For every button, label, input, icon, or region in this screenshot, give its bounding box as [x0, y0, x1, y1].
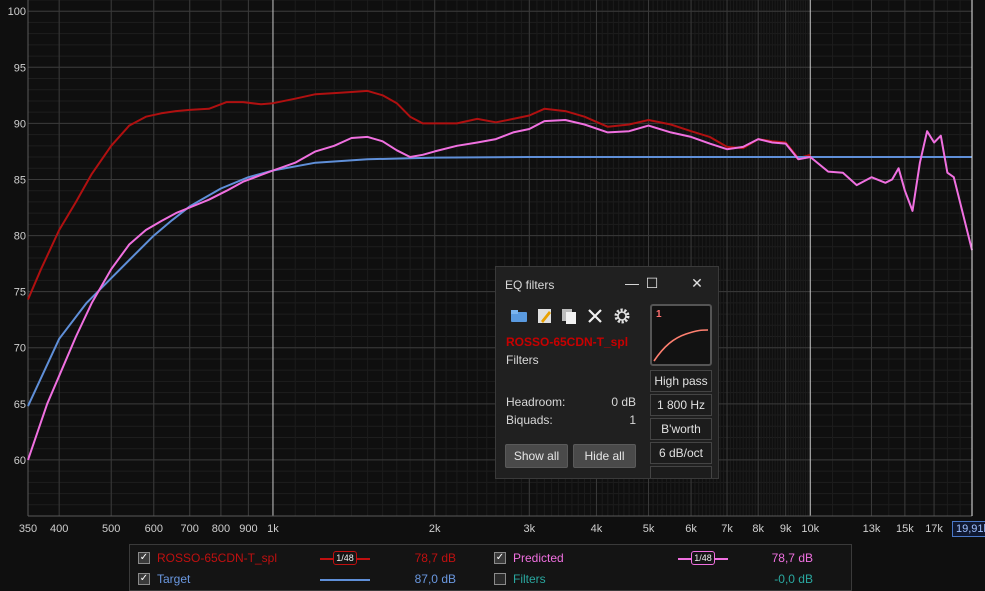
x-tick-label: 8k	[752, 523, 764, 535]
x-tick-label: 4k	[591, 523, 603, 535]
legend-target-name: Target	[157, 572, 191, 586]
y-tick-label: 75	[14, 287, 26, 299]
x-tick-label: 1k	[267, 523, 279, 535]
filter-type-select[interactable]: High pass	[650, 370, 712, 392]
target-visibility-checkbox[interactable]: ✓	[138, 573, 150, 585]
x-tick-label: 10k	[801, 523, 819, 535]
measurement-visibility-checkbox[interactable]: ✓	[138, 552, 150, 564]
hide-all-button[interactable]: Hide all	[573, 444, 636, 468]
filter-alignment-select[interactable]: B'worth	[650, 418, 712, 440]
measurement-value: 78,7 dB	[414, 551, 456, 565]
edit-filters-icon[interactable]	[536, 307, 556, 327]
filter-slope-select[interactable]: 6 dB/oct	[650, 442, 712, 464]
eq-window-title: EQ filters	[505, 278, 555, 292]
y-tick-label: 60	[14, 455, 26, 467]
filter-response-thumbnail[interactable]: 1	[650, 304, 712, 366]
x-tick-label: 600	[145, 523, 163, 535]
biquads-label: Biquads:	[506, 413, 553, 427]
eq-filters-label: Filters	[506, 353, 539, 367]
eq-window-titlebar[interactable]: EQ filters — ☐ ✕	[496, 267, 718, 299]
x-tick-label: 17k	[925, 523, 943, 535]
legend-filters-name: Filters	[513, 572, 546, 586]
x-tick-label: 500	[102, 523, 120, 535]
x-tick-label: 800	[212, 523, 230, 535]
filter-extra-row	[650, 466, 712, 478]
settings-gear-icon[interactable]	[613, 307, 633, 327]
y-tick-label: 100	[8, 6, 26, 18]
x-tick-label: 700	[181, 523, 199, 535]
predicted-visibility-checkbox[interactable]: ✓	[494, 552, 506, 564]
x-tick-label: 15k	[896, 523, 914, 535]
y-tick-label: 65	[14, 399, 26, 411]
copy-filters-icon[interactable]	[560, 307, 580, 327]
x-tick-label: 900	[239, 523, 257, 535]
predicted-value: 78,7 dB	[771, 551, 813, 565]
clear-filters-icon[interactable]	[586, 307, 606, 327]
y-tick-label: 85	[14, 174, 26, 186]
x-tick-label: 350	[19, 523, 37, 535]
y-tick-label: 70	[14, 343, 26, 355]
x-tick-label: 13k	[863, 523, 881, 535]
cursor-frequency-readout: 19,91k	[952, 521, 985, 537]
legend-predicted-name: Predicted	[513, 551, 564, 565]
minimize-button[interactable]: —	[621, 273, 643, 293]
biquads-value: 1	[629, 413, 636, 427]
load-filters-icon[interactable]	[510, 307, 530, 327]
plot-background	[0, 0, 985, 544]
filters-value: -0,0 dB	[774, 572, 813, 586]
x-tick-label: 3k	[524, 523, 536, 535]
legend-measurement-name: ROSSO-65CDN-T_spl	[157, 551, 278, 565]
headroom-value: 0 dB	[611, 395, 636, 409]
y-tick-label: 95	[14, 62, 26, 74]
close-window-button[interactable]: ✕	[686, 273, 708, 293]
x-tick-label: 2k	[429, 523, 441, 535]
y-tick-label: 90	[14, 118, 26, 130]
x-tick-label: 9k	[780, 523, 792, 535]
x-tick-label: 400	[50, 523, 68, 535]
target-line-sample	[320, 579, 370, 581]
filter-frequency-field[interactable]: 1 800 Hz	[650, 394, 712, 416]
x-tick-label: 5k	[643, 523, 655, 535]
eq-filters-window[interactable]: EQ filters — ☐ ✕ ROSSO-65CDN-T_spl Filte…	[495, 266, 719, 479]
filters-visibility-checkbox[interactable]	[494, 573, 506, 585]
show-all-button[interactable]: Show all	[505, 444, 568, 468]
x-tick-label: 6k	[685, 523, 697, 535]
headroom-label: Headroom:	[506, 395, 566, 409]
x-tick-label: 7k	[721, 523, 733, 535]
measurement-smoothing-badge[interactable]: 1/48	[333, 551, 357, 565]
target-value: 87,0 dB	[414, 572, 456, 586]
frequency-response-plot[interactable]: 60 65 70 75 80 85 90 95 100 350 400 500 600 700 800 90…	[0, 0, 985, 544]
predicted-smoothing-badge[interactable]: 1/48	[691, 551, 715, 565]
maximize-button[interactable]: ☐	[641, 273, 663, 293]
eq-measurement-name: ROSSO-65CDN-T_spl	[506, 335, 629, 349]
legend-panel: ✓ ROSSO-65CDN-T_spl 1/48 78,7 dB ✓ Predi…	[129, 544, 852, 591]
y-tick-label: 80	[14, 231, 26, 243]
